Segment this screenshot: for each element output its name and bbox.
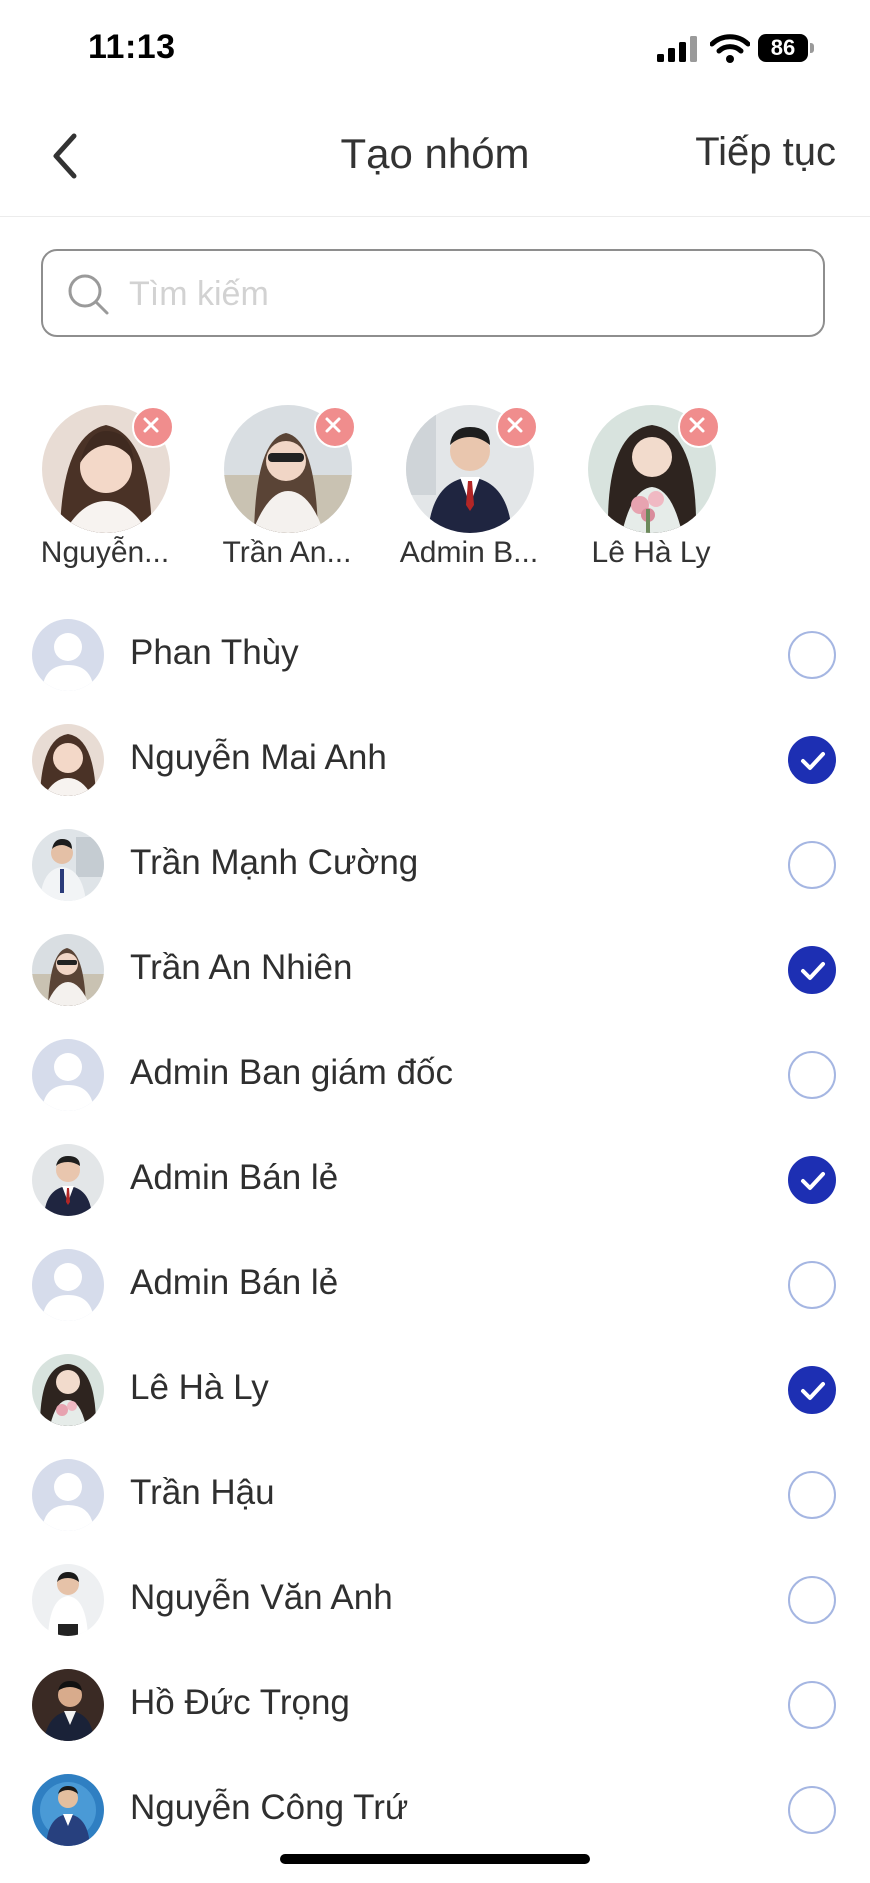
contact-row[interactable]: Nguyễn Mai Anh [0, 708, 870, 813]
contact-row[interactable]: Trần Hậu [0, 1443, 870, 1548]
contact-name: Trần Hậu [130, 1473, 275, 1512]
wifi-icon [710, 34, 750, 63]
selected-member-name: Admin B... [399, 536, 539, 569]
selected-member: Admin B... [384, 400, 554, 580]
status-bar: 11:13 86 [0, 0, 870, 100]
contact-row[interactable]: Hồ Đức Trọng [0, 1653, 870, 1758]
contact-name: Phan Thùy [130, 633, 299, 672]
select-checkbox[interactable] [788, 1366, 836, 1414]
avatar [32, 1354, 104, 1426]
contact-name: Admin Ban giám đốc [130, 1053, 453, 1092]
select-checkbox[interactable] [788, 631, 836, 679]
contact-name: Admin Bán lẻ [130, 1263, 339, 1302]
default-avatar-icon [32, 1459, 104, 1531]
select-checkbox[interactable] [788, 1471, 836, 1519]
default-avatar-icon [32, 619, 104, 691]
remove-member-button[interactable] [132, 406, 174, 448]
close-icon [507, 417, 523, 433]
contact-name: Nguyễn Văn Anh [130, 1578, 393, 1617]
selected-member: Nguyễn... [20, 400, 190, 580]
avatar [32, 1144, 104, 1216]
checkmark-icon [801, 1382, 825, 1400]
avatar [32, 1774, 104, 1846]
contact-row[interactable]: Nguyễn Công Trứ [0, 1758, 870, 1863]
selected-members-strip: Nguyễn... Trần An... Admin B... Lê Hà Ly [0, 400, 870, 580]
select-checkbox[interactable] [788, 1681, 836, 1729]
selected-member-name: Trần An... [222, 536, 352, 569]
status-time: 11:13 [88, 28, 176, 66]
select-checkbox[interactable] [788, 736, 836, 784]
contact-row[interactable]: Trần An Nhiên [0, 918, 870, 1023]
contact-name: Trần An Nhiên [130, 948, 353, 987]
avatar [32, 724, 104, 796]
select-checkbox[interactable] [788, 1261, 836, 1309]
avatar [32, 1564, 104, 1636]
contact-row[interactable]: Admin Ban giám đốc [0, 1023, 870, 1128]
avatar [32, 934, 104, 1006]
select-checkbox[interactable] [788, 1051, 836, 1099]
selected-member: Lê Hà Ly [566, 400, 736, 580]
avatar [32, 1669, 104, 1741]
close-icon [143, 417, 159, 433]
nav-header: Tạo nhóm Tiếp tục [0, 100, 870, 217]
battery-level: 86 [770, 35, 796, 60]
search-box[interactable] [41, 249, 825, 337]
select-checkbox[interactable] [788, 1786, 836, 1834]
contact-row[interactable]: Trần Mạnh Cường [0, 813, 870, 918]
remove-member-button[interactable] [496, 406, 538, 448]
select-checkbox[interactable] [788, 1576, 836, 1624]
select-checkbox[interactable] [788, 946, 836, 994]
contact-row[interactable]: Admin Bán lẻ [0, 1128, 870, 1233]
contact-name: Lê Hà Ly [130, 1368, 269, 1407]
default-avatar-icon [32, 1249, 104, 1321]
checkmark-icon [801, 1172, 825, 1190]
contact-name: Admin Bán lẻ [130, 1158, 339, 1197]
contact-name: Hồ Đức Trọng [130, 1683, 350, 1722]
remove-member-button[interactable] [678, 406, 720, 448]
contact-row[interactable]: Phan Thùy [0, 603, 870, 708]
signal-icon [657, 36, 697, 62]
remove-member-button[interactable] [314, 406, 356, 448]
avatar [32, 829, 104, 901]
search-input[interactable] [127, 267, 811, 321]
select-checkbox[interactable] [788, 1156, 836, 1204]
battery-icon: 86 [758, 34, 814, 62]
contact-name: Nguyễn Công Trứ [130, 1788, 409, 1827]
home-indicator [280, 1854, 590, 1864]
selected-member-name: Nguyễn... [40, 536, 170, 569]
checkmark-icon [801, 752, 825, 770]
selected-member-name: Lê Hà Ly [591, 536, 711, 569]
contact-row[interactable]: Lê Hà Ly [0, 1338, 870, 1443]
contact-row[interactable]: Nguyễn Văn Anh [0, 1548, 870, 1653]
selected-member: Trần An... [202, 400, 372, 580]
continue-button[interactable]: Tiếp tục [695, 130, 836, 175]
close-icon [689, 417, 705, 433]
close-icon [325, 417, 341, 433]
contact-name: Trần Mạnh Cường [130, 843, 419, 882]
checkmark-icon [801, 962, 825, 980]
select-checkbox[interactable] [788, 841, 836, 889]
contact-name: Nguyễn Mai Anh [130, 738, 387, 777]
search-icon [68, 274, 109, 315]
default-avatar-icon [32, 1039, 104, 1111]
contact-row[interactable]: Admin Bán lẻ [0, 1233, 870, 1338]
